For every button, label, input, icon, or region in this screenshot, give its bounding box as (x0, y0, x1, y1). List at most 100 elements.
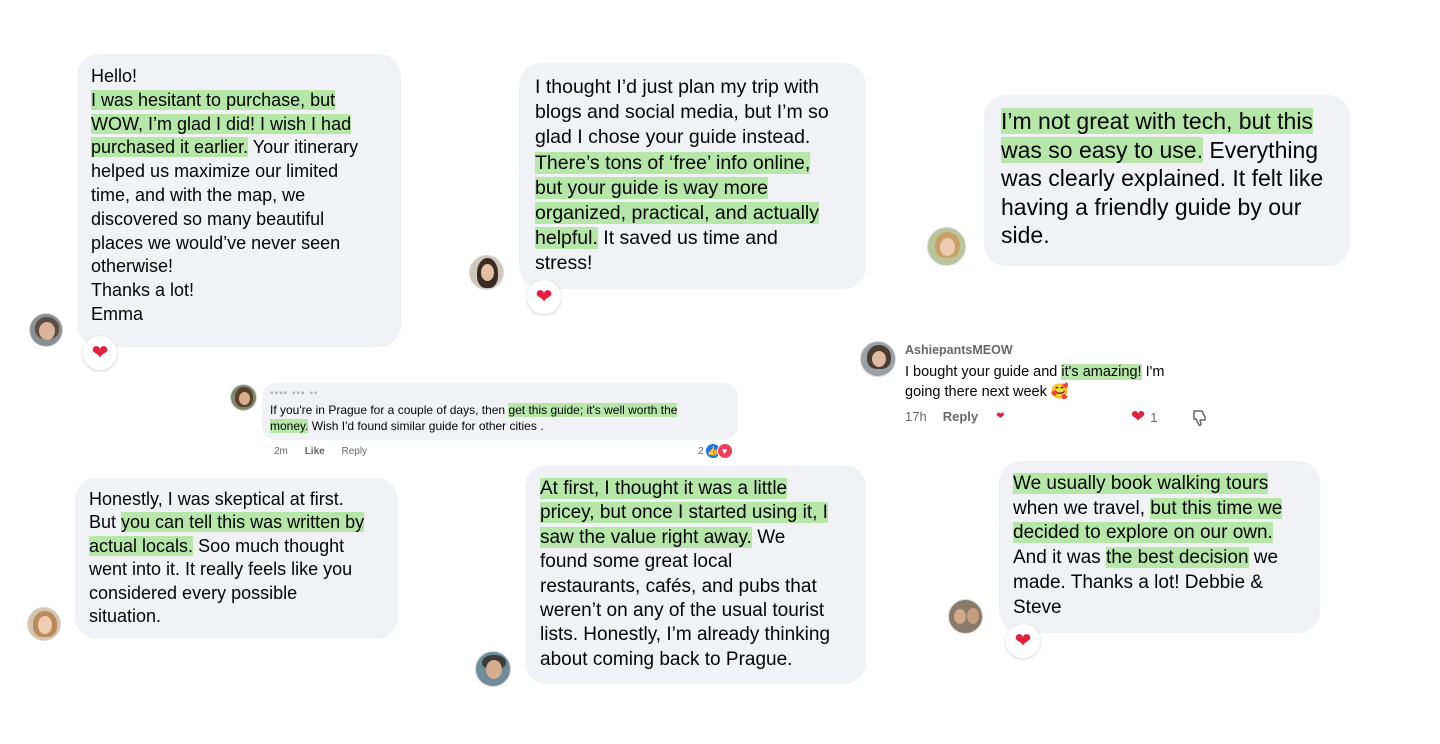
text-segment: going there next week 🥰 (905, 384, 1069, 400)
text-line: Thanks a lot! (91, 279, 387, 303)
text-segment: considered every possible (89, 582, 298, 603)
reaction-badge[interactable]: ❤ (1006, 624, 1040, 658)
text-segment: I thought I’d just plan my trip with (535, 76, 819, 98)
avatar-reviewer-4[interactable] (230, 384, 257, 411)
text-segment: Soo much thought (193, 535, 345, 556)
highlighted-text: We usually book walking tours (1013, 473, 1269, 494)
text-line: lists. Honestly, I’m already thinking (540, 623, 851, 647)
text-segment: Your itinerary (248, 137, 359, 158)
text-segment: Hello! (91, 66, 138, 86)
review-text: Honestly, I was skeptical at first. But y… (89, 488, 384, 628)
highlighted-text: saw the value right away. (540, 526, 752, 548)
text-line: organized, practical, and actually (535, 201, 850, 226)
text-segment: restaurants, cafés, and pubs that (540, 575, 817, 597)
highlighted-text: At first, I thought it was a little (540, 478, 788, 499)
text-segment: found some great local (540, 551, 733, 573)
highlighted-text: I was hesitant to purchase, but (91, 89, 336, 110)
text-line: restaurants, cafés, and pubs that (540, 575, 851, 599)
text-segment: places we would’ve never seen (91, 232, 341, 253)
text-segment: If you're in Prague for a couple of days… (270, 403, 509, 417)
heart-icon: ❤ (1131, 407, 1146, 426)
text-line: went into it. It really feels like you (89, 558, 384, 581)
reaction-count: 2 (698, 445, 704, 457)
text-line: There’s tons of ‘free’ info online, (535, 151, 850, 176)
text-line: purchased it earlier. Your itinerary (91, 136, 387, 160)
highlighted-text: organized, practical, and actually (535, 202, 819, 225)
heart-icon: ❤ (1014, 630, 1032, 652)
comment-actions: 2m Like Reply (274, 446, 367, 458)
review-text: I thought I’d just plan my trip with blog… (535, 75, 850, 277)
like-link[interactable]: Like (305, 446, 325, 457)
highlighted-text: purchased it earlier. (91, 137, 249, 158)
text-line: Steve (1013, 596, 1306, 621)
text-line: discovered so many beautiful (91, 208, 387, 232)
reaction-badge[interactable]: ❤ (83, 336, 117, 370)
avatar-reviewer-3[interactable] (927, 227, 966, 266)
text-segment: Emma (91, 303, 144, 324)
text-segment: having a friendly guide by our (1001, 193, 1302, 220)
comment-author-blurred: ▪▪▪▪ ▪▪▪ ▪▪ (270, 388, 319, 399)
avatar-reviewer-6[interactable] (27, 607, 61, 641)
like-button[interactable]: ❤ 1 (1131, 408, 1157, 426)
avatar-debbie-steve[interactable] (948, 599, 983, 634)
text-line: considered every possible (89, 582, 384, 605)
text-segment: glad I chose your guide instead. (535, 126, 811, 149)
text-line: found some great local (540, 550, 851, 574)
text-line: helpful. It saved us time and (535, 226, 850, 251)
avatar-emma[interactable] (29, 313, 63, 347)
text-segment: was clearly explained. It felt like (1001, 165, 1324, 192)
avatar-reviewer-2[interactable] (469, 255, 504, 290)
text-line: side. (1001, 221, 1333, 250)
text-line: places we would’ve never seen (91, 232, 387, 256)
review-bubble-reviewer-2: I thought I’d just plan my trip with blog… (519, 63, 866, 289)
text-line: saw the value right away. We (540, 526, 851, 550)
review-bubble-debbie-steve: We usually book walking tours when we tra… (999, 461, 1320, 633)
text-line: But you can tell this was written by (89, 511, 384, 534)
avatar-reviewer-7[interactable] (475, 651, 511, 687)
text-line: but your guide is way more (535, 176, 850, 201)
text-line: helped us maximize our limited (91, 160, 387, 184)
text-line: was so easy to use. Everything (1001, 136, 1333, 165)
text-line: stress! (535, 251, 850, 276)
text-segment: Everything (1203, 136, 1319, 163)
reaction-icon[interactable]: ❤ (996, 409, 1004, 425)
text-line: when we travel, but this time we (1013, 497, 1306, 522)
love-reaction-icon: ♥ (716, 443, 733, 459)
review-text: Hello! I was hesitant to purchase, but WOW… (91, 65, 387, 327)
review-text: At first, I thought it was a little price… (540, 477, 851, 672)
highlighted-text: I’m not great with tech, but this (1001, 108, 1313, 134)
text-line: made. Thanks a lot! Debbie & (1013, 571, 1306, 596)
text-segment: otherwise! (91, 256, 174, 277)
like-count: 1 (1150, 409, 1158, 425)
highlighted-text: There’s tons of ‘free’ info online, (535, 151, 811, 174)
highlighted-text: money. (270, 419, 309, 433)
text-segment: Honestly, I was skeptical at first. (89, 489, 344, 509)
text-segment: made. Thanks a lot! Debbie & (1013, 571, 1263, 593)
comment-time: 2m (274, 446, 288, 457)
text-segment: We (751, 526, 786, 548)
text-segment: I'm (1141, 364, 1165, 380)
comment-author[interactable]: AshiepantsMEOW (905, 343, 1013, 357)
text-segment: I bought your guide and (905, 364, 1062, 380)
text-line: blogs and social media, but I’m so (535, 100, 850, 125)
comment-reactions[interactable]: 2 👍 ♥ (698, 443, 733, 459)
text-line: I’m not great with tech, but this (1001, 107, 1333, 136)
highlighted-text: but this time we (1150, 497, 1283, 519)
review-text: I’m not great with tech, but this was so … (1001, 107, 1333, 250)
review-bubble-emma: Hello! I was hesitant to purchase, but WOW… (77, 54, 401, 347)
text-segment: we (1248, 547, 1279, 569)
text-segment: Steve (1013, 596, 1062, 618)
reply-link[interactable]: Reply (943, 409, 978, 425)
highlighted-text: decided to explore on our own. (1013, 522, 1273, 544)
text-segment: stress! (535, 252, 593, 275)
text-segment: blogs and social media, but I’m so (535, 101, 829, 124)
text-segment: weren’t on any of the usual tourist (540, 600, 825, 622)
reaction-badge[interactable]: ❤ (527, 280, 561, 314)
dislike-icon[interactable] (1190, 408, 1210, 428)
review-bubble-reviewer-7: At first, I thought it was a little price… (525, 465, 866, 684)
text-segment: about coming back to Prague. (540, 648, 793, 670)
text-line: I bought your guide and it's amazing! I'… (905, 362, 1164, 382)
reply-link[interactable]: Reply (341, 446, 367, 457)
text-line: money. Wish I'd found similar guide for … (270, 418, 730, 434)
avatar-ashiepantsmeow[interactable] (860, 341, 896, 377)
